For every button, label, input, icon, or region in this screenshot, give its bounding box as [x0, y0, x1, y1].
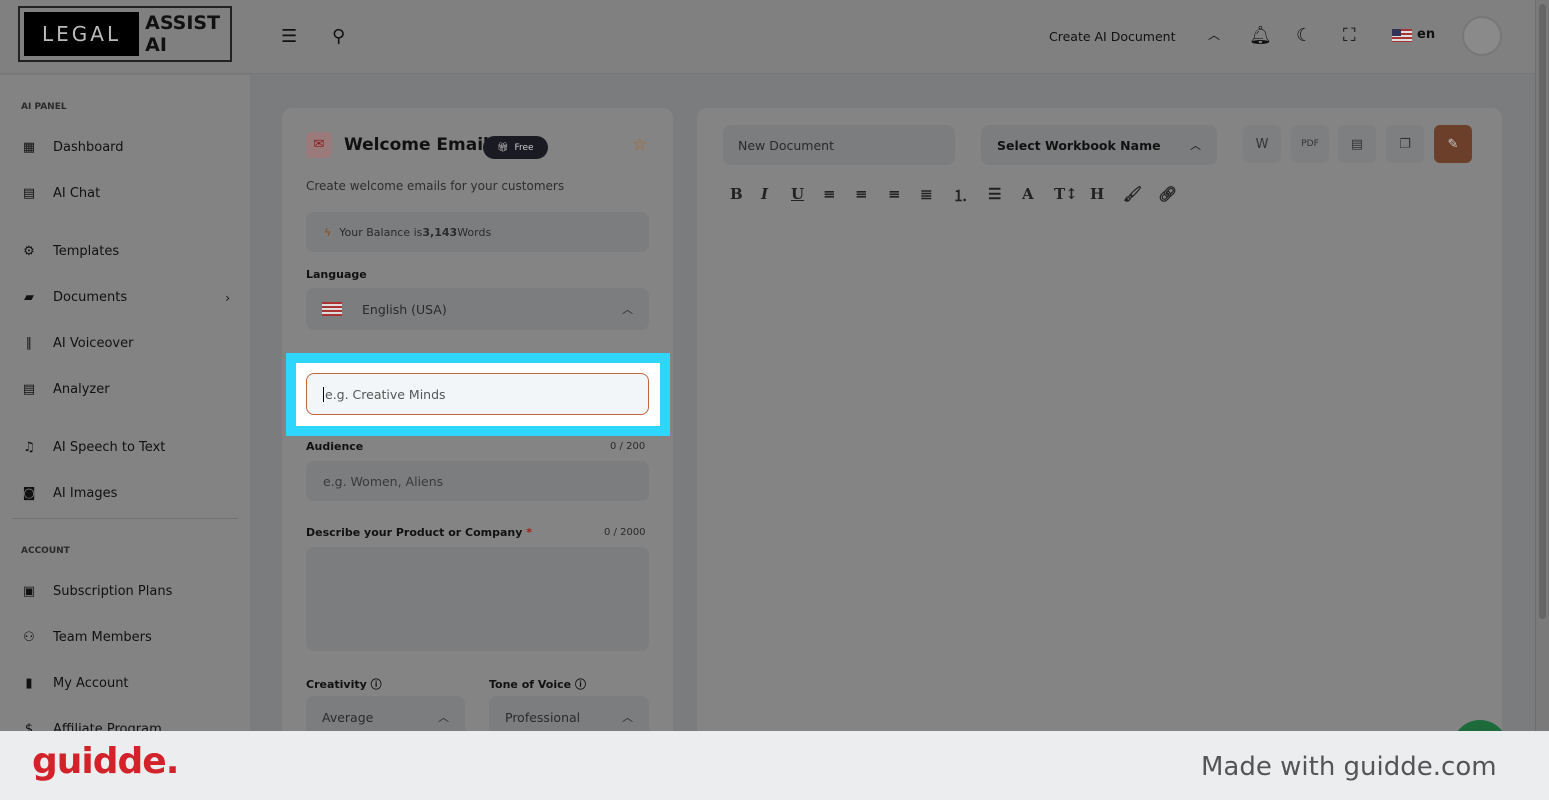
menu-icon[interactable]: ☰	[281, 26, 297, 47]
chevron-up-icon: ︿	[622, 303, 633, 316]
template-title: Welcome Email	[344, 135, 489, 155]
sidebar-item-team-members[interactable]: ⚇ Team Members	[20, 630, 230, 645]
guidde-logo: guidde.	[32, 741, 179, 782]
email-template-icon: ✉	[306, 132, 332, 158]
chevron-up-icon: ︿	[622, 711, 633, 724]
underline-icon[interactable]: U	[791, 185, 804, 203]
balance-box: ϟ Your Balance is 3,143 Words	[306, 212, 649, 252]
audience-count: 0 / 200	[610, 441, 646, 452]
sidebar-item-subscription-plans[interactable]: ▣ Subscription Plans	[20, 584, 230, 599]
section-ai-panel: AI PANEL	[21, 102, 67, 112]
lightning-icon: ϟ	[324, 225, 332, 239]
free-badge: 🎁︎ Free	[483, 136, 548, 159]
fullscreen-icon[interactable]: ⛶	[1343, 25, 1356, 46]
export-word-button[interactable]: W	[1243, 125, 1281, 163]
describe-count: 0 / 2000	[604, 527, 646, 538]
company-name-input[interactable]: e.g. Creative Minds	[306, 373, 649, 415]
link-icon[interactable]: 🔗︎	[1158, 185, 1177, 203]
made-with-text: Made with guidde.com	[1201, 752, 1497, 782]
bold-icon[interactable]: B	[730, 185, 743, 203]
save-document-button[interactable]: ✎	[1434, 125, 1472, 163]
copy-button[interactable]: ❐	[1386, 125, 1424, 163]
sidebar-item-dashboard[interactable]: ▦ Dashboard	[20, 140, 230, 155]
bell-icon[interactable]: 🔔︎	[1249, 25, 1272, 46]
document-name-input[interactable]: New Document	[723, 125, 955, 165]
audience-label: Audience	[306, 440, 364, 453]
chat-icon: ▤	[22, 186, 36, 201]
sidebar-item-templates[interactable]: ⚙ Templates	[20, 244, 230, 259]
creativity-label: Creativity ⓘ	[306, 678, 382, 691]
tone-label: Tone of Voice ⓘ	[489, 678, 586, 691]
waveform-icon: ∥	[25, 336, 33, 351]
describe-textarea[interactable]	[306, 547, 649, 651]
language-label: Language	[306, 268, 367, 281]
audio-file-icon: ♫	[23, 440, 35, 455]
sidebar-item-ai-images[interactable]: ◙ AI Images	[20, 486, 230, 501]
info-icon[interactable]: ⓘ	[371, 678, 382, 691]
top-header: LEGAL ASSIST AI ☰ ⚲ Create AI Document ︿ …	[0, 0, 1535, 74]
brush-icon[interactable]: 🖌︎	[1123, 185, 1142, 203]
favorite-star-icon[interactable]: ☆	[632, 135, 647, 155]
editor-card: New Document Select Workbook Name ︿	[697, 108, 1502, 748]
subscription-icon: ▣	[22, 584, 36, 599]
us-flag-icon	[1392, 29, 1412, 42]
highlight-box: e.g. Creative Minds	[286, 353, 670, 436]
chevron-up-icon[interactable]: ︿	[1208, 26, 1220, 43]
account-icon: ▮	[25, 676, 33, 691]
guidde-footer: guidde. Made with guidde.com	[0, 731, 1549, 800]
heading-icon[interactable]: H	[1090, 185, 1104, 203]
template-description: Create welcome emails for your customers	[306, 179, 565, 193]
sidebar-item-ai-voiceover[interactable]: ∥ AI Voiceover	[20, 336, 230, 351]
chevron-up-icon: ︿	[1190, 139, 1201, 152]
create-ai-document-menu[interactable]: Create AI Document	[1049, 29, 1175, 44]
chevron-up-icon: ︿	[438, 711, 449, 724]
text-cursor	[323, 386, 324, 402]
sidebar: AI PANEL ▦ Dashboard ▤ AI Chat ⚙ Templates …	[0, 75, 250, 737]
templates-icon: ⚙	[23, 244, 35, 259]
font-color-icon[interactable]: A	[1022, 185, 1034, 203]
dashboard-icon: ▦	[22, 140, 36, 155]
sidebar-item-ai-speech-to-text[interactable]: ♫ AI Speech to Text	[20, 440, 230, 455]
sidebar-item-ai-chat[interactable]: ▤ AI Chat	[20, 186, 230, 201]
audience-input[interactable]: e.g. Women, Aliens	[306, 461, 649, 501]
export-pdf-button[interactable]: PDF	[1291, 125, 1329, 163]
search-icon[interactable]: ⚲	[332, 26, 345, 47]
unordered-list-icon[interactable]: ☰	[988, 185, 1001, 203]
divider	[12, 518, 238, 519]
italic-icon[interactable]: I	[761, 185, 768, 203]
workbook-select[interactable]: Select Workbook Name ︿	[981, 125, 1217, 165]
export-text-button[interactable]: ▤	[1338, 125, 1376, 163]
team-icon: ⚇	[23, 630, 35, 645]
image-icon: ◙	[22, 486, 36, 501]
align-left-icon[interactable]: ≡	[823, 185, 836, 203]
sidebar-item-documents[interactable]: ▰ Documents ›	[20, 290, 230, 305]
ordered-list-icon[interactable]: ⒈	[953, 185, 968, 206]
font-size-icon[interactable]: T↕	[1054, 185, 1078, 203]
dark-mode-icon[interactable]: ☾	[1296, 25, 1312, 46]
logo[interactable]: LEGAL ASSIST AI	[18, 6, 232, 62]
analyzer-icon: ▤	[22, 382, 36, 397]
info-icon[interactable]: ⓘ	[575, 678, 586, 691]
avatar[interactable]	[1462, 16, 1502, 56]
gift-icon: 🎁︎	[497, 142, 509, 153]
us-flag-icon	[322, 302, 342, 316]
sidebar-item-analyzer[interactable]: ▤ Analyzer	[20, 382, 230, 397]
folder-icon: ▰	[24, 290, 34, 305]
language-select[interactable]: English (USA) ︿	[306, 288, 649, 330]
chevron-right-icon: ›	[225, 290, 230, 305]
describe-label: Describe your Product or Company *	[306, 526, 532, 539]
align-right-icon[interactable]: ≡	[888, 185, 901, 203]
align-justify-icon[interactable]: ≣	[920, 185, 933, 203]
scrollbar[interactable]	[1535, 0, 1549, 731]
language-switcher[interactable]: en	[1417, 27, 1435, 42]
align-center-icon[interactable]: ≡	[855, 185, 868, 203]
sidebar-item-my-account[interactable]: ▮ My Account	[20, 676, 230, 691]
section-account: ACCOUNT	[21, 546, 70, 556]
